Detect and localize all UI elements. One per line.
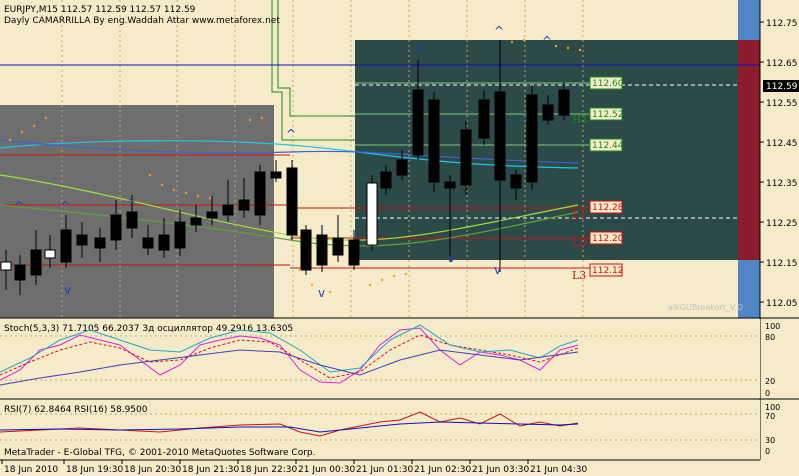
time-axis-label: 18 Jun 21:30 xyxy=(182,465,239,475)
indicator-header: Dayly CAMARRILLA By eng.Waddah Attar www… xyxy=(4,16,280,26)
fractal-down-icon: v xyxy=(448,251,455,265)
fractal-down-icon: v xyxy=(318,286,325,300)
price-tick-label: 112.45 xyxy=(766,139,798,149)
candle-body xyxy=(270,171,282,179)
candle-body xyxy=(126,211,138,229)
candle-body xyxy=(526,94,538,183)
fractal-down-icon: v xyxy=(494,263,501,277)
fractal-up-icon: ^ xyxy=(126,197,136,211)
time-axis-label: 21 Jun 03:30 xyxy=(472,465,529,475)
candle-body xyxy=(60,229,72,263)
stoch-tick-label: 0 xyxy=(765,389,770,398)
fractal-up-icon: ^ xyxy=(286,127,296,141)
scale-band-blue xyxy=(738,0,760,40)
level-label: 112.12 xyxy=(592,266,624,276)
price-tick-label: 112.25 xyxy=(766,219,798,229)
candle-body xyxy=(14,264,26,281)
price-tick-label: 112.15 xyxy=(766,259,798,269)
trading-chart[interactable]: ^ ^ ^ ^ v ^ v ^ v ^ v 112.60 112.52 112.44… xyxy=(0,0,799,476)
candle-body xyxy=(158,234,170,251)
candle-body xyxy=(190,217,202,226)
candle-body xyxy=(412,89,424,156)
stoch-tick-label: 100 xyxy=(765,322,780,331)
time-axis-label: 18 Jun 22:30 xyxy=(240,465,297,475)
candle-body xyxy=(44,249,56,259)
candle-body xyxy=(94,237,106,249)
price-tick-label: 112.35 xyxy=(766,179,798,189)
candle-body xyxy=(558,89,570,116)
level-tag-l2: L2 xyxy=(572,236,586,249)
candle-body xyxy=(30,249,42,276)
fractal-up-icon: ^ xyxy=(494,24,504,38)
candle-body xyxy=(494,91,506,181)
symbol-header: EURJPY,M15 112.57 112.59 112.57 112.59 xyxy=(4,5,196,15)
candle-body xyxy=(428,99,440,183)
watermark: alkGUBreakort_V.D xyxy=(668,303,743,312)
fractal-up-icon: ^ xyxy=(60,199,70,213)
candle-body xyxy=(366,182,378,246)
candle-body xyxy=(396,159,408,176)
candle-body xyxy=(110,214,122,241)
candle-body xyxy=(76,234,88,246)
level-label: 112.20 xyxy=(592,234,624,244)
scale-band-red xyxy=(738,40,760,260)
candle-body xyxy=(300,229,312,271)
candle-body xyxy=(0,261,12,271)
candle-body xyxy=(174,221,186,249)
time-axis-label: 18 Jun 2010 xyxy=(4,465,58,475)
fractal-up-icon: ^ xyxy=(414,44,424,58)
level-tag-l1: L1 xyxy=(572,208,586,221)
candle-body xyxy=(254,171,266,216)
level-label: 112.44 xyxy=(592,141,624,151)
time-axis-label: 21 Jun 04:30 xyxy=(530,465,587,475)
level-label: 112.52 xyxy=(592,110,624,120)
level-label: 112.28 xyxy=(592,203,624,213)
rsi-tick-label: 100 xyxy=(765,403,780,412)
time-axis-label: 21 Jun 00:30 xyxy=(298,465,355,475)
price-tick-label: 112.65 xyxy=(766,59,798,69)
candle-body xyxy=(478,99,490,139)
candle-body xyxy=(510,174,522,189)
candle-body xyxy=(316,234,328,266)
stoch-tick-label: 80 xyxy=(765,333,775,342)
candle-body xyxy=(542,104,554,121)
candle-body xyxy=(142,237,154,249)
candle-body xyxy=(238,199,250,211)
level-label: 112.60 xyxy=(592,79,624,89)
price-tick-label: 112.55 xyxy=(766,99,798,109)
stochastic-title: Stoch(5,3,3) 71.7105 66.2037 Зд осциллят… xyxy=(4,324,293,334)
rsi-tick-label: 0 xyxy=(765,447,770,456)
copyright-text: MetaTrader - E-Global TFG, © 2001-2010 M… xyxy=(4,448,316,458)
fractal-up-icon: ^ xyxy=(542,34,552,48)
time-axis-label: 21 Jun 02:30 xyxy=(414,465,471,475)
time-axis-label: 21 Jun 01:30 xyxy=(356,465,413,475)
time-axis: 18 Jun 2010 18 Jun 19:30 18 Jun 20:30 18 Ju… xyxy=(1,460,587,475)
candle-body xyxy=(460,129,472,186)
candle-body xyxy=(206,211,218,219)
price-tick-label: 112.75 xyxy=(766,19,798,29)
candle-body xyxy=(286,167,298,236)
rsi-tick-label: 30 xyxy=(765,436,775,445)
candle-body xyxy=(444,181,456,189)
candle-body xyxy=(332,237,344,256)
fractal-down-icon: v xyxy=(64,283,71,297)
price-tick-label: 112.05 xyxy=(766,299,798,309)
candle-body xyxy=(348,239,360,266)
current-price-label: 112.59 xyxy=(766,82,798,92)
rsi-tick-label: 70 xyxy=(765,412,775,421)
stoch-tick-label: 20 xyxy=(765,377,775,386)
candle-body xyxy=(222,204,234,216)
level-tag-h1: H1 xyxy=(572,113,589,126)
time-axis-label: 18 Jun 19:30 xyxy=(66,465,123,475)
fractal-up-icon: ^ xyxy=(14,199,24,213)
candle-body xyxy=(380,171,392,189)
level-tag-l3: L3 xyxy=(572,269,586,282)
time-axis-label: 18 Jun 20:30 xyxy=(124,465,181,475)
